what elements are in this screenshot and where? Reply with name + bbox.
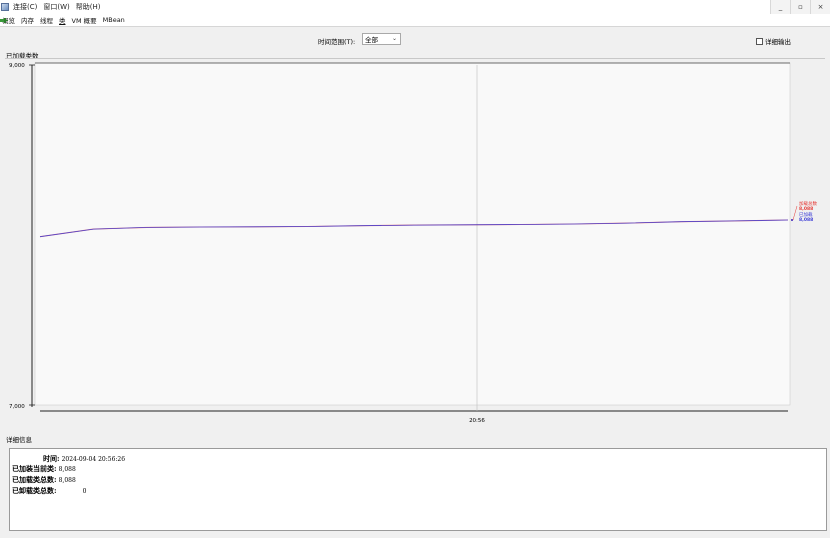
- legend-label-loaded: 已加载: [799, 211, 813, 218]
- legend-value-total: 8,088: [799, 206, 813, 212]
- tab-bar: 概览 内存 线程 类 VM 概要 MBean: [0, 14, 830, 27]
- time-range-value: 全部: [365, 36, 378, 44]
- verbose-output-toggle[interactable]: 详细输出: [756, 36, 791, 46]
- connection-plug-icon[interactable]: [0, 17, 8, 24]
- time-range-label: 时间范围(T):: [318, 38, 356, 46]
- minimize-button[interactable]: _: [770, 0, 790, 14]
- chart-toolbar: 时间范围(T): 全部 ⌄ 详细输出: [0, 28, 830, 50]
- chart-legend: 加载总数 8,088 已加载 8,088: [799, 200, 817, 223]
- tab-vm-summary[interactable]: VM 概要: [70, 15, 99, 25]
- verbose-output-label: 详细输出: [765, 38, 791, 46]
- detail-label-total-loaded: 已加载类总数:: [12, 475, 57, 484]
- legend-value-loaded: 8,088: [799, 217, 813, 223]
- detail-value-total-loaded: 8,088: [58, 477, 76, 484]
- tab-classes[interactable]: 类: [57, 15, 68, 25]
- tab-threads[interactable]: 线程: [38, 15, 55, 25]
- restore-button[interactable]: ▫: [790, 0, 810, 14]
- loaded-classes-chart: 9,000 7,000 20:56 加载总数 8,088 已加载 8,088: [9, 62, 817, 424]
- tab-memory[interactable]: 内存: [19, 15, 36, 25]
- details-panel: 时间: 2024-09-04 20:56:26 已加装当前类: 8,088 已加载类…: [9, 448, 827, 531]
- detail-row-time: 时间: 2024-09-04 20:56:26: [43, 454, 125, 464]
- window-controls: _ ▫ ×: [770, 0, 830, 14]
- detail-label-current: 已加装当前类:: [12, 464, 57, 473]
- detail-row-current: 已加装当前类: 8,088: [12, 464, 76, 474]
- menu-window[interactable]: 窗口(W): [43, 2, 69, 12]
- series-endpoint-1: [791, 219, 793, 221]
- legend-connector: [792, 205, 798, 221]
- chart-panel: 9,000 7,000 20:56 加载总数 8,088 已加载 8,088: [5, 58, 825, 430]
- tab-mbean[interactable]: MBean: [101, 16, 127, 24]
- detail-row-unloaded: 已卸载类总数: 0: [12, 486, 86, 496]
- detail-value-current: 8,088: [58, 466, 76, 473]
- verbose-output-checkbox[interactable]: [756, 37, 763, 45]
- y-tick-label-bottom: 7,000: [9, 404, 25, 410]
- menu-connection[interactable]: 连接(C): [13, 2, 37, 12]
- chevron-down-icon: ⌄: [391, 35, 397, 42]
- detail-row-total-loaded: 已加载类总数: 8,088: [12, 475, 76, 485]
- detail-label-time: 时间:: [43, 454, 60, 463]
- detail-value-time: 2024-09-04 20:56:26: [61, 456, 126, 463]
- close-button[interactable]: ×: [810, 0, 830, 14]
- detail-value-unloaded: 0: [82, 488, 87, 495]
- menu-help[interactable]: 帮助(H): [76, 2, 101, 12]
- time-range-select[interactable]: 全部 ⌄: [362, 33, 401, 45]
- detail-label-unloaded: 已卸载类总数:: [12, 486, 57, 495]
- app-icon: [1, 3, 9, 11]
- menu-bar: 连接(C) 窗口(W) 帮助(H) _ ▫ ×: [0, 0, 830, 14]
- x-tick-label: 20:56: [469, 418, 485, 424]
- plot-background: [34, 62, 791, 406]
- details-title: 详细信息: [6, 436, 32, 444]
- legend-label-total: 加载总数: [799, 200, 817, 207]
- y-tick-label-top: 9,000: [9, 63, 25, 69]
